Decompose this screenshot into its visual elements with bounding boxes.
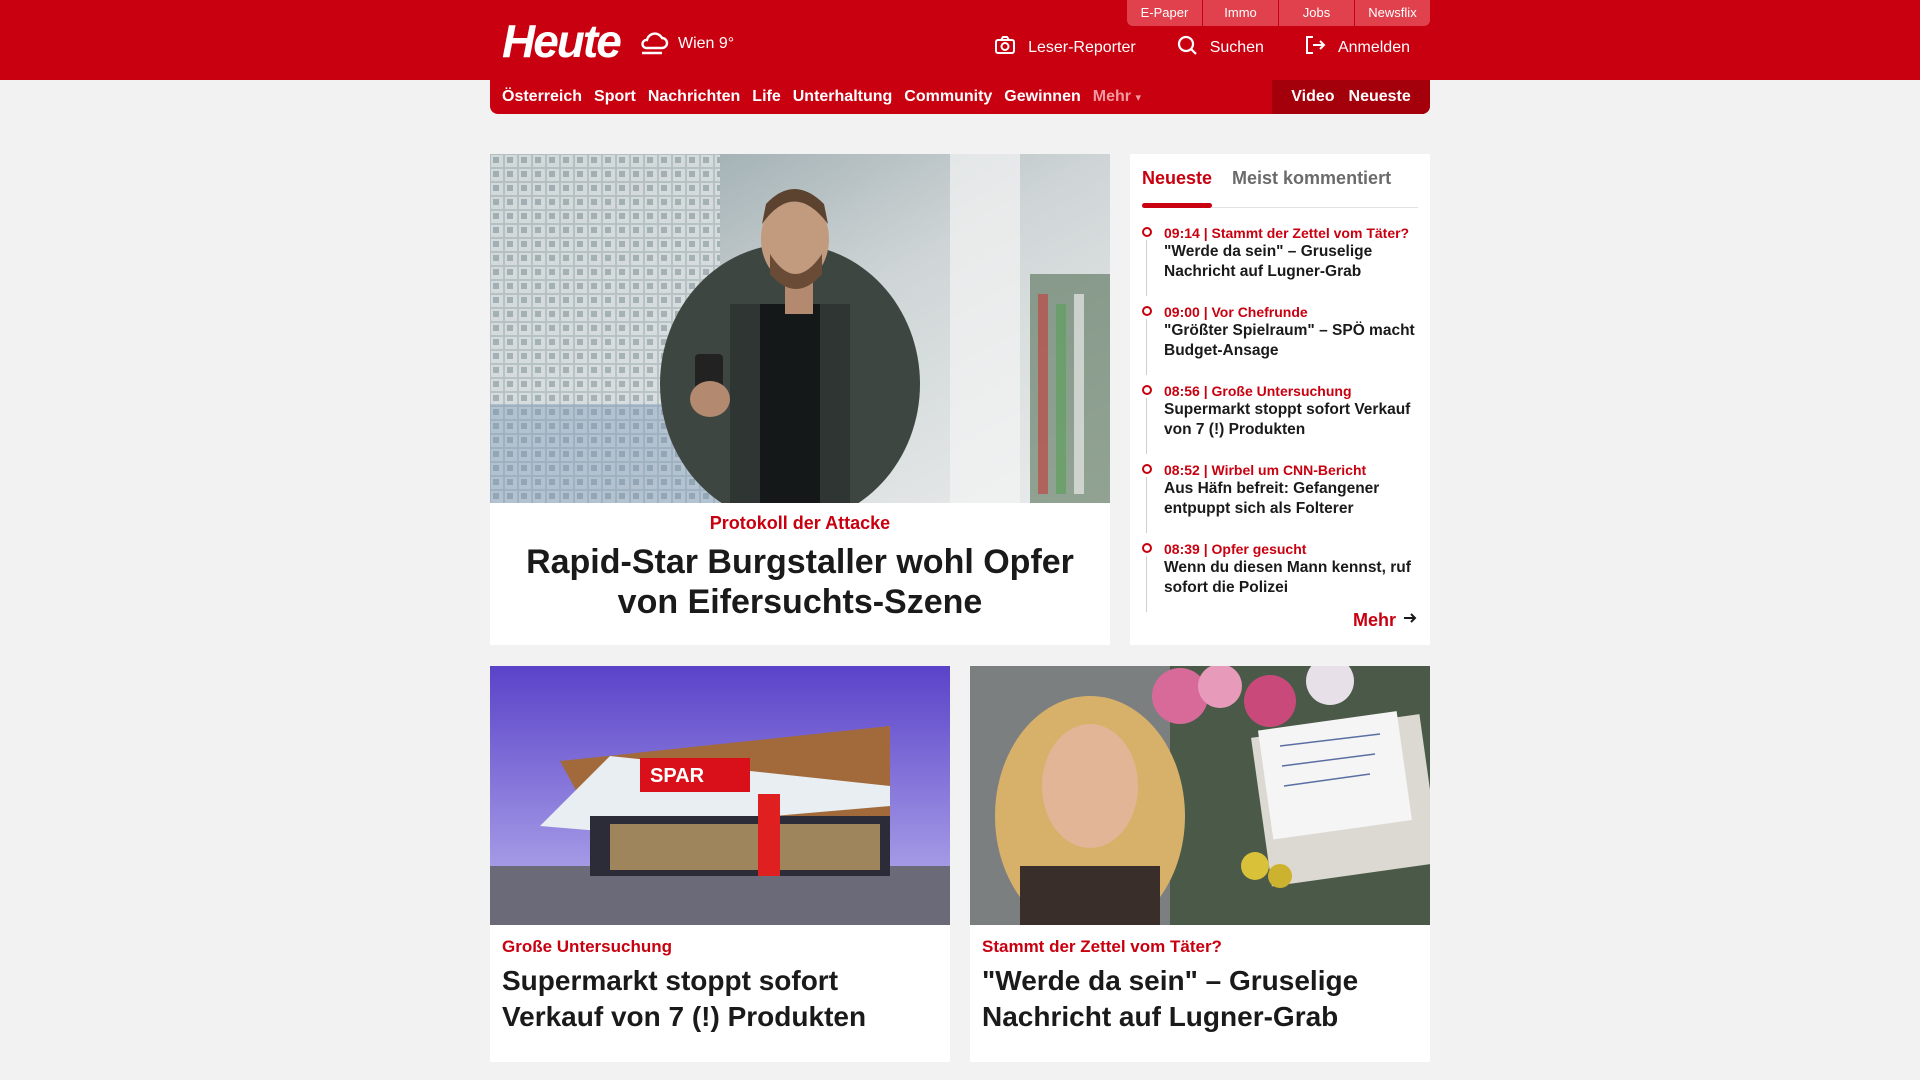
search-icon [1176,34,1198,61]
main-nav: Österreich Sport Nachrichten Life Unterh… [490,80,1430,114]
hero-kicker: Protokoll der Attacke [709,513,891,533]
header-inner: Heute Wien 9° E-Paper Immo Jobs Newsflix… [490,0,1430,80]
card-kicker: Große Untersuchung [502,937,673,956]
latest-news-sidebar: Neueste Meist kommentiert 09:14 | Stammt… [1130,154,1430,645]
timeline-line [1146,398,1147,454]
login-button[interactable]: Anmelden [1304,34,1410,61]
card-headline[interactable]: Supermarkt stoppt sofort Verkauf von 7 (… [502,963,938,1035]
header-actions: Leser-Reporter Suchen Anmelden [994,34,1410,61]
hero-article[interactable]: Protokoll der Attacke Rapid-Star Burgsta… [490,154,1110,645]
login-label: Anmelden [1337,38,1410,56]
top-header: Heute Wien 9° E-Paper Immo Jobs Newsflix… [0,0,1920,80]
hero-headline[interactable]: Rapid-Star Burgstaller wohl Opfer von Ei… [504,542,1096,622]
card-image-grave[interactable] [970,666,1430,925]
feed-item[interactable]: 09:14 | Stammt der Zettel vom Täter? "We… [1142,224,1418,303]
article-card[interactable]: SPAR Große Untersuchung Supermarkt stopp… [490,666,950,1062]
feed-item[interactable]: 08:56 | Große Untersuchung Supermarkt st… [1142,382,1418,461]
tab-neueste[interactable]: Neueste [1142,164,1213,208]
feed-item[interactable]: 09:00 | Vor Chefrunde "Größter Spielraum… [1142,303,1418,382]
nav-more-dropdown[interactable]: Mehr ▾ [1093,88,1141,106]
weather-cloud-icon [638,26,670,61]
feed-item[interactable]: 08:39 | Opfer gesucht Wenn du diesen Man… [1142,540,1418,619]
nav-item-oesterreich[interactable]: Österreich [502,88,582,106]
search-label: Suchen [1209,38,1264,56]
feed-item-title[interactable]: "Werde da sein" – Gruselige Nachricht au… [1164,242,1418,282]
nav-item-sport[interactable]: Sport [594,88,636,106]
leser-reporter-button[interactable]: Leser-Reporter [994,34,1136,61]
hero-image[interactable] [490,154,1110,503]
timeline-line [1146,319,1147,375]
timeline-dot-icon [1142,464,1152,474]
nav-latest-link[interactable]: Neueste [1349,88,1411,106]
feed-item-title[interactable]: Wenn du diesen Mann kennst, ruf sofort d… [1164,558,1418,598]
feed-item-meta: 09:14 | Stammt der Zettel vom Täter? [1164,225,1410,241]
feed-item-title[interactable]: Supermarkt stoppt sofort Verkauf von 7 (… [1164,400,1418,440]
timeline-dot-icon [1142,385,1152,395]
sidebar-more-label: Mehr [1352,610,1396,630]
nav-item-gewinnen[interactable]: Gewinnen [1004,88,1080,106]
latest-feed: 09:14 | Stammt der Zettel vom Täter? "We… [1142,224,1418,619]
feed-item-meta: 09:00 | Vor Chefrunde [1164,304,1308,320]
nav-item-nachrichten[interactable]: Nachrichten [648,88,740,106]
timeline-line [1146,556,1147,612]
chevron-down-icon: ▾ [1135,92,1141,104]
feed-item-meta: 08:52 | Wirbel um CNN-Bericht [1164,462,1367,478]
nav-item-life[interactable]: Life [752,88,780,106]
nav-right-group: Video Neueste [1272,80,1430,114]
spar-sign: SPAR [650,765,705,787]
feed-item-meta: 08:56 | Große Untersuchung [1164,383,1352,399]
feed-item-meta: 08:39 | Opfer gesucht [1164,541,1307,557]
service-link-jobs[interactable]: Jobs [1279,0,1354,26]
nav-item-community[interactable]: Community [904,88,992,106]
card-image-supermarket[interactable]: SPAR [490,666,950,925]
card-headline[interactable]: "Werde da sein" – Gruselige Nachricht au… [982,963,1418,1035]
service-link-epaper[interactable]: E-Paper [1127,0,1202,26]
tab-meist-kommentiert[interactable]: Meist kommentiert [1232,164,1391,207]
card-kicker: Stammt der Zettel vom Täter? [982,937,1222,956]
timeline-line [1146,240,1147,296]
timeline-dot-icon [1142,543,1152,553]
feed-item-title[interactable]: Aus Häfn befreit: Gefangener entpuppt si… [1164,479,1418,519]
feed-item-title[interactable]: "Größter Spielraum" – SPÖ macht Budget-A… [1164,321,1418,361]
nav-more-label: Mehr [1092,88,1131,105]
service-link-newsflix[interactable]: Newsflix [1355,0,1430,26]
service-link-immo[interactable]: Immo [1203,0,1278,26]
sidebar-more-link[interactable]: Mehr [1353,610,1418,631]
arrow-right-icon [1402,610,1418,631]
leser-reporter-label: Leser-Reporter [1028,38,1136,56]
nav-item-unterhaltung[interactable]: Unterhaltung [793,88,893,106]
login-icon [1304,34,1326,61]
feed-item[interactable]: 08:52 | Wirbel um CNN-Bericht Aus Häfn b… [1142,461,1418,540]
sidebar-tabs: Neueste Meist kommentiert [1142,164,1418,208]
nav-video-link[interactable]: Video [1291,88,1334,106]
timeline-line [1146,477,1147,533]
timeline-dot-icon [1142,306,1152,316]
search-button[interactable]: Suchen [1176,34,1264,61]
weather-text: Wien 9° [678,34,735,52]
service-links: E-Paper Immo Jobs Newsflix [1126,0,1430,26]
timeline-dot-icon [1142,227,1152,237]
weather-widget[interactable]: Wien 9° [638,26,734,61]
site-logo[interactable]: Heute [502,14,622,68]
camera-icon [994,34,1016,61]
article-card[interactable]: Stammt der Zettel vom Täter? "Werde da s… [970,666,1430,1062]
